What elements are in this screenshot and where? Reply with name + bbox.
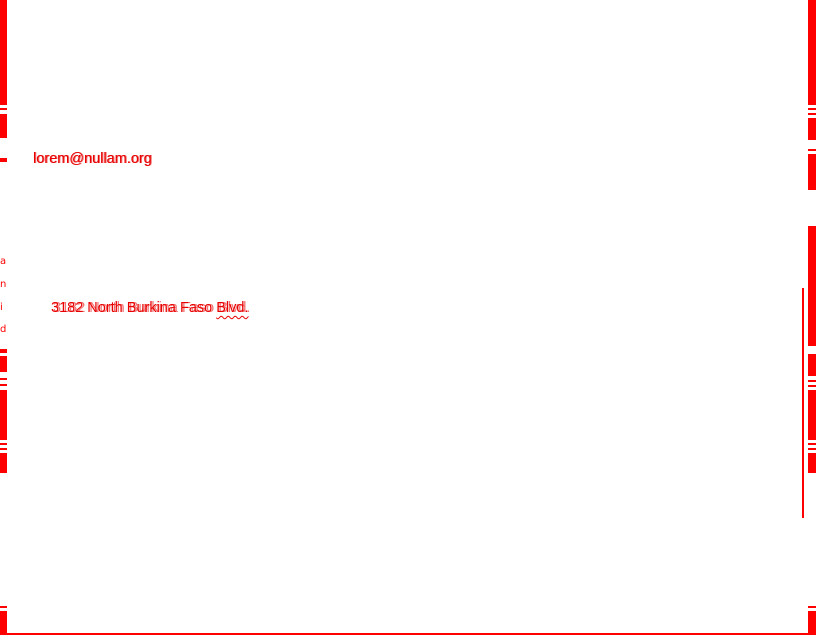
right-edge-tick [808,113,816,115]
left-edge-segment [0,114,7,138]
right-edge-tick [808,443,816,445]
right-edge-tick [808,385,816,387]
right-edge-tick [808,380,816,382]
left-edge-tick [0,108,7,110]
left-edge-segment [0,390,7,440]
form-canvas: a n i d lorem@nullam.org lorem@nullam.or… [0,0,816,640]
left-edge-segment [0,0,7,105]
left-edge-mark: n [0,279,7,290]
left-edge-tick [0,158,7,162]
left-edge-mark: d [0,324,7,335]
address-field[interactable]: 3182 North Burkina Faso Blvd. [51,300,248,316]
left-edge-tick [0,606,7,608]
left-edge-segment [0,356,7,372]
right-edge-segment [808,154,816,190]
bottom-border [0,633,816,635]
right-edge-segment [808,611,816,633]
left-edge-tick [0,384,7,386]
right-edge-strip [807,0,816,640]
right-edge-tick [808,108,816,110]
right-edge-tick [808,606,816,608]
left-edge-tick [0,443,7,445]
left-edge-segment [0,453,7,473]
left-edge-tick [0,448,7,450]
left-edge-tick [0,378,7,380]
right-edge-segment [808,118,816,140]
left-edge-strip: a n i d [0,0,7,640]
right-edge-segment [808,226,816,346]
vertical-scrollbar[interactable] [802,288,804,518]
right-edge-segment [808,354,816,376]
right-edge-tick [808,149,816,151]
left-edge-segment [0,611,7,633]
email-field[interactable]: lorem@nullam.org [33,151,152,167]
right-edge-segment [808,390,816,440]
left-edge-segment [0,349,7,353]
address-field-value: 3182 North Burkina Faso Blvd. [51,300,249,316]
right-edge-tick [808,448,816,450]
right-edge-segment [808,0,816,105]
spellcheck-flagged-word: Blvd. [216,300,249,316]
left-edge-mark: i [0,302,3,313]
right-edge-segment [808,453,816,473]
left-edge-mark: a [0,256,7,267]
